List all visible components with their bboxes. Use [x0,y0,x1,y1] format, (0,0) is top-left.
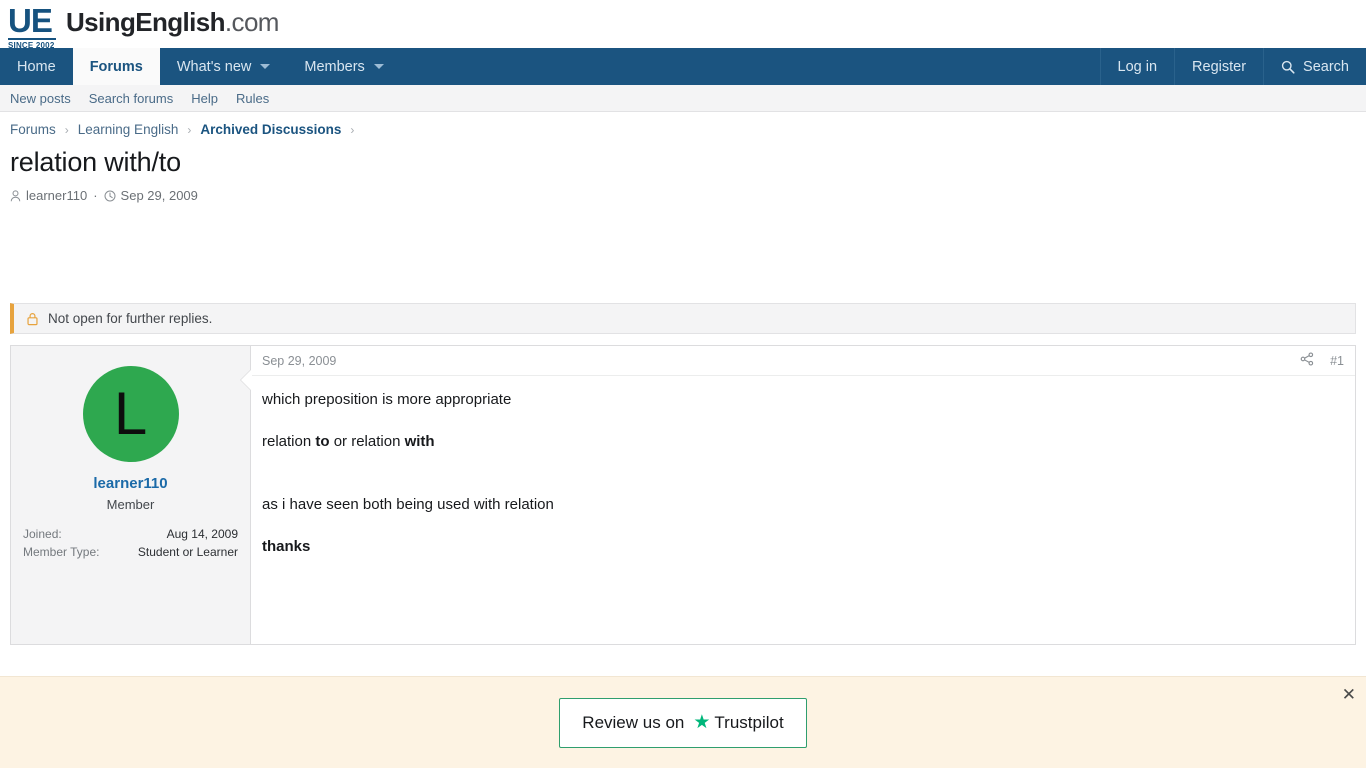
post-paragraph-4: thanks [262,536,1344,557]
search-button[interactable]: Search [1263,48,1366,85]
trustpilot-banner: Review us on ★ Trustpilot ✕ [0,676,1366,768]
user-field-joined-label: Joined: [23,527,62,541]
trustpilot-review-text: Review us on [582,712,685,732]
avatar[interactable]: L [82,366,179,462]
thread-date: Sep 29, 2009 [120,188,198,203]
register-label: Register [1192,58,1247,75]
logo-wordmark-tld: .com [224,7,280,37]
nav-item-whats-new-label: What's new [176,58,252,75]
post-author-fields: Joined: Aug 14, 2009 Member Type: Studen… [23,525,238,561]
trustpilot-review-button[interactable]: Review us on ★ Trustpilot [559,697,807,748]
clock-icon [104,190,116,202]
post-article: L learner110 Member Joined: Aug 14, 2009… [10,345,1356,645]
primary-navigation: Home Forums What's new Members Log in Re… [0,48,1366,85]
post-user-column: L learner110 Member Joined: Aug 14, 2009… [11,346,251,644]
logo-ue-glyph: UE [8,2,53,39]
nav-item-whats-new[interactable]: What's new [160,48,288,85]
logo-wordmark-name: UsingEnglish [66,7,226,37]
search-label: Search [1303,58,1349,75]
logo-wordmark: UsingEnglish.com [66,2,279,41]
login-label: Log in [1117,58,1158,75]
nav-item-members[interactable]: Members [287,48,400,85]
share-icon[interactable] [1300,352,1314,369]
logo-mark: UE SINCE 2002 [8,2,66,50]
breadcrumb-item-forums[interactable]: Forums [10,122,56,137]
sub-nav-help[interactable]: Help [191,91,218,106]
nav-item-home-label: Home [17,58,56,75]
chevron-down-icon[interactable] [260,64,271,69]
user-field-joined-value: Aug 14, 2009 [166,527,238,541]
post-paragraph-2: relation to or relation with [262,431,1344,452]
thread-byline: learner110 · Sep 29, 2009 [10,188,1366,203]
login-button[interactable]: Log in [1099,48,1175,85]
user-field-joined: Joined: Aug 14, 2009 [23,525,238,543]
breadcrumb-item-learning-english[interactable]: Learning English [78,122,179,137]
post-paragraph-1: which preposition is more appropriate [262,391,512,408]
post-number[interactable]: #1 [1330,354,1344,368]
user-field-member-type: Member Type: Student or Learner [23,543,238,561]
post-p2-bold-to: to [315,433,330,450]
trustpilot-brand-label: Trustpilot [714,712,784,732]
nav-item-members-label: Members [304,58,365,75]
post-body-column: Sep 29, 2009 #1 which preposition is mor… [240,346,1355,644]
register-button[interactable]: Register [1174,48,1263,85]
primary-nav-left: Home Forums What's new Members [0,48,401,85]
post-date[interactable]: Sep 29, 2009 [262,354,336,368]
logo-since-text: SINCE 2002 [8,38,56,50]
thread-locked-text: Not open for further replies. [48,311,213,326]
post-author-title: Member [106,497,155,512]
star-icon: ★ [693,712,711,733]
user-field-member-type-label: Member Type: [23,545,100,559]
primary-nav-right: Log in Register Search [1099,48,1366,85]
page-title: relation with/to [10,147,181,177]
ad-placeholder [0,203,1366,303]
post-header-actions: #1 [1300,352,1344,369]
chevron-down-icon[interactable] [373,64,384,69]
breadcrumb-separator: › [187,122,192,137]
post-p4-bold-thanks: thanks [262,538,311,555]
byline-separator: · [93,188,98,203]
sub-nav-search-forums[interactable]: Search forums [89,91,174,106]
post-message-content: which preposition is more appropriate re… [251,376,1355,557]
nav-item-forums-label: Forums [89,58,143,75]
site-header: UE SINCE 2002 UsingEnglish.com [0,0,1366,50]
user-icon [10,189,21,202]
post-author-link[interactable]: learner110 [23,475,238,492]
thread-header: relation with/to learner110 · Sep 29, 20… [0,145,1366,203]
thread-locked-notice: Not open for further replies. [10,303,1356,334]
search-icon [1281,60,1295,74]
post-header: Sep 29, 2009 #1 [251,346,1355,376]
post-p2-pre: relation [262,433,316,450]
nav-item-forums[interactable]: Forums [72,48,160,85]
sub-nav-rules[interactable]: Rules [236,91,269,106]
breadcrumb-separator: › [350,122,355,137]
close-icon[interactable]: ✕ [1342,686,1356,703]
post-p2-mid: or relation [329,433,405,450]
secondary-navigation: New posts Search forums Help Rules [0,85,1366,112]
breadcrumb-item-archived-discussions[interactable]: Archived Discussions [200,122,341,137]
user-field-member-type-value: Student or Learner [137,545,238,559]
site-logo[interactable]: UE SINCE 2002 UsingEnglish.com [8,2,279,50]
breadcrumb-separator: › [64,122,69,137]
post-pointer [241,369,252,391]
post-paragraph-3: as i have seen both being used with rela… [262,496,554,513]
nav-item-home[interactable]: Home [0,48,73,85]
post-p2-bold-with: with [404,433,435,450]
breadcrumb: Forums › Learning English › Archived Dis… [0,112,1366,145]
thread-author[interactable]: learner110 [26,188,87,203]
lock-icon [26,312,39,326]
sub-nav-new-posts[interactable]: New posts [10,91,71,106]
